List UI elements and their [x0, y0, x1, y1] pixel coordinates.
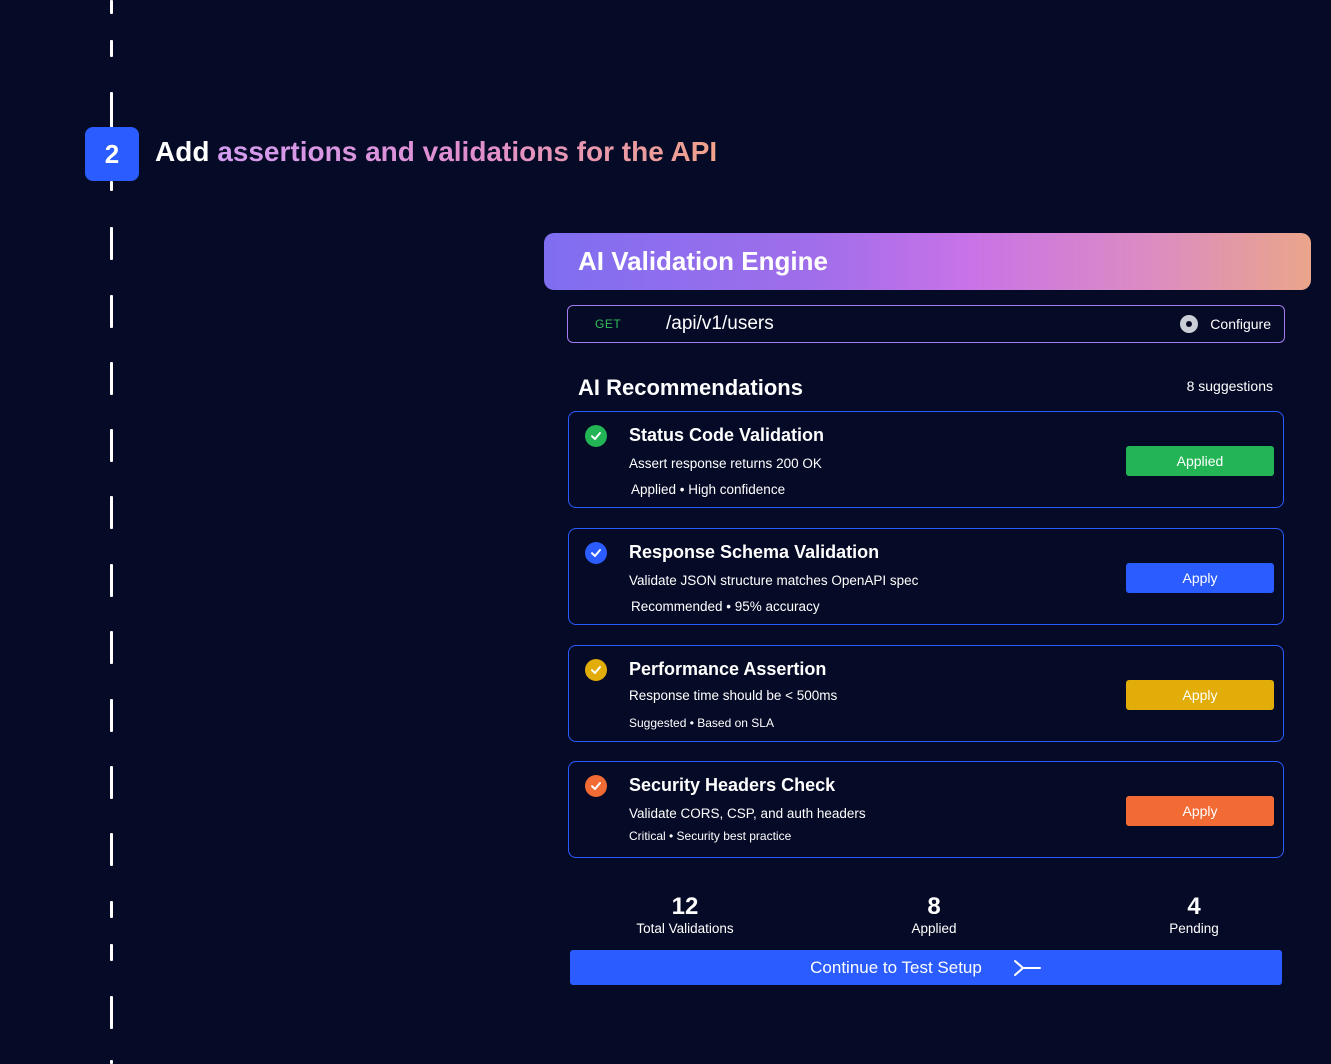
card-title: Status Code Validation	[629, 425, 825, 445]
check-circle-icon	[585, 775, 607, 797]
recommendation-card: Performance Assertion Response time shou…	[568, 645, 1284, 742]
step-title-highlight: assertions and validations for the API	[217, 136, 718, 167]
suggestions-count: 8 suggestions	[1186, 378, 1273, 394]
step-number: 2	[104, 138, 120, 169]
card-title: Security Headers Check	[629, 775, 836, 795]
endpoint-bar: GET /api/v1/users Configure	[567, 305, 1285, 343]
applied-button[interactable]: Applied	[1126, 446, 1274, 476]
card-meta: Suggested • Based on SLA	[629, 716, 774, 730]
card-description: Response time should be < 500ms	[629, 688, 838, 703]
stat-total-validations: 12 Total Validations	[614, 893, 756, 937]
card-description: Assert response returns 200 OK	[629, 456, 822, 471]
arrow-right-icon	[1013, 959, 1041, 976]
apply-button[interactable]: Apply	[1126, 563, 1274, 593]
card-description: Validate JSON structure matches OpenAPI …	[629, 573, 919, 588]
card-description: Validate CORS, CSP, and auth headers	[629, 806, 866, 821]
step-number-badge: 2	[85, 127, 139, 181]
check-circle-icon	[585, 425, 607, 447]
card-title: Response Schema Validation	[629, 542, 880, 562]
check-circle-icon	[585, 542, 607, 564]
engine-header: AI Validation Engine	[544, 233, 1311, 290]
recommendation-card: Response Schema Validation Validate JSON…	[568, 528, 1284, 625]
stat-value: 8	[927, 893, 941, 920]
card-meta: Recommended • 95% accuracy	[631, 599, 820, 614]
apply-button[interactable]: Apply	[1126, 796, 1274, 826]
recommendation-card: Security Headers Check Validate CORS, CS…	[568, 761, 1284, 858]
recommendations-title: AI Recommendations	[578, 375, 803, 400]
stat-value: 4	[1187, 893, 1201, 920]
stat-label: Applied	[911, 921, 957, 936]
configure-button[interactable]: Configure	[1180, 315, 1271, 333]
step-title-plain: Add	[155, 136, 210, 167]
card-title: Performance Assertion	[629, 659, 827, 679]
gear-icon	[1180, 315, 1199, 333]
stat-pending: 4 Pending	[1144, 893, 1244, 937]
endpoint-path: /api/v1/users	[666, 313, 774, 334]
http-method: GET	[595, 317, 622, 331]
card-meta: Critical • Security best practice	[629, 829, 792, 843]
check-circle-icon	[585, 659, 607, 681]
recommendation-card: Status Code Validation Assert response r…	[568, 411, 1284, 508]
stat-label: Pending	[1169, 921, 1219, 936]
continue-button[interactable]: Continue to Test Setup	[570, 950, 1282, 985]
stat-applied: 8 Applied	[884, 893, 984, 937]
stat-value: 12	[671, 893, 699, 920]
step-title: Add assertions and validations for the A…	[155, 136, 717, 168]
engine-title: AI Validation Engine	[578, 246, 828, 276]
continue-label: Continue to Test Setup	[810, 957, 982, 977]
apply-button[interactable]: Apply	[1126, 680, 1274, 710]
configure-label: Configure	[1210, 316, 1271, 332]
card-meta: Applied • High confidence	[631, 482, 786, 497]
stat-label: Total Validations	[636, 921, 734, 936]
